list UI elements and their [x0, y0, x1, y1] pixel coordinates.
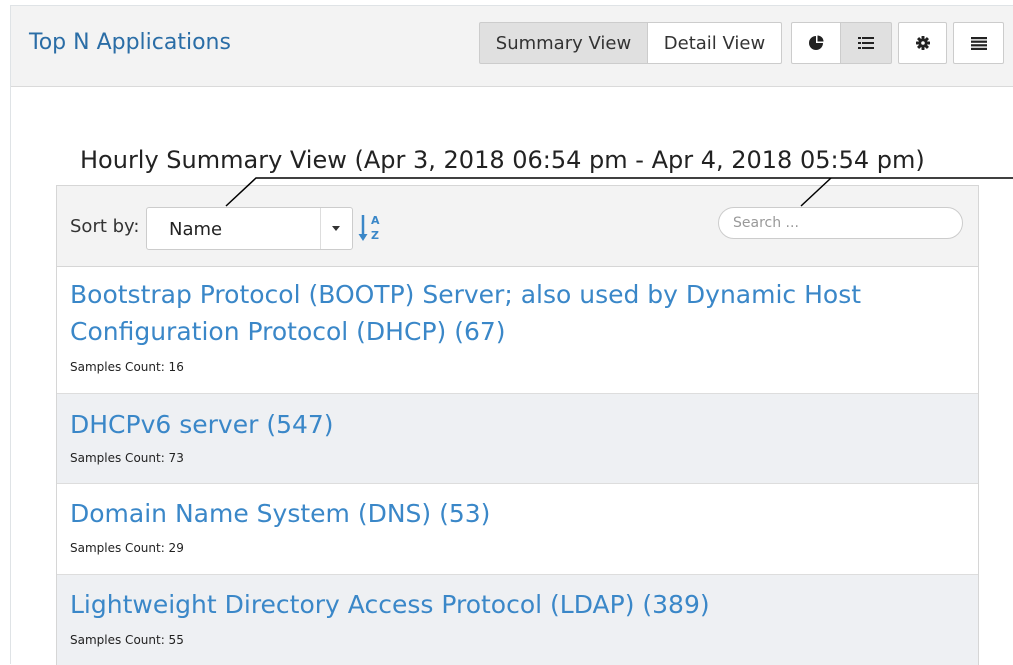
list-item[interactable]: Domain Name System (DNS) (53) Samples Co…	[57, 484, 978, 575]
list-item[interactable]: Lightweight Directory Access Protocol (L…	[57, 575, 978, 665]
list-item[interactable]: DHCPv6 server (547) Samples Count: 73	[57, 394, 978, 484]
application-name-link[interactable]: DHCPv6 server (547)	[70, 406, 950, 443]
top-n-applications-panel: Top N Applications Summary View Detail V…	[10, 5, 1013, 665]
application-name-link[interactable]: Bootstrap Protocol (BOOTP) Server; also …	[70, 276, 950, 350]
samples-count: Samples Count: 16	[70, 360, 184, 374]
samples-count: Samples Count: 73	[70, 451, 184, 465]
applications-list: Sort by: Name A Z Bootstrap Protocol (BO…	[56, 185, 979, 665]
callout-lines	[225, 177, 1013, 207]
samples-count: Samples Count: 55	[70, 633, 184, 647]
application-name-link[interactable]: Lightweight Directory Access Protocol (L…	[70, 586, 950, 623]
application-name-link[interactable]: Domain Name System (DNS) (53)	[70, 495, 950, 532]
samples-count: Samples Count: 29	[70, 541, 184, 555]
list-item[interactable]: Bootstrap Protocol (BOOTP) Server; also …	[57, 266, 978, 394]
